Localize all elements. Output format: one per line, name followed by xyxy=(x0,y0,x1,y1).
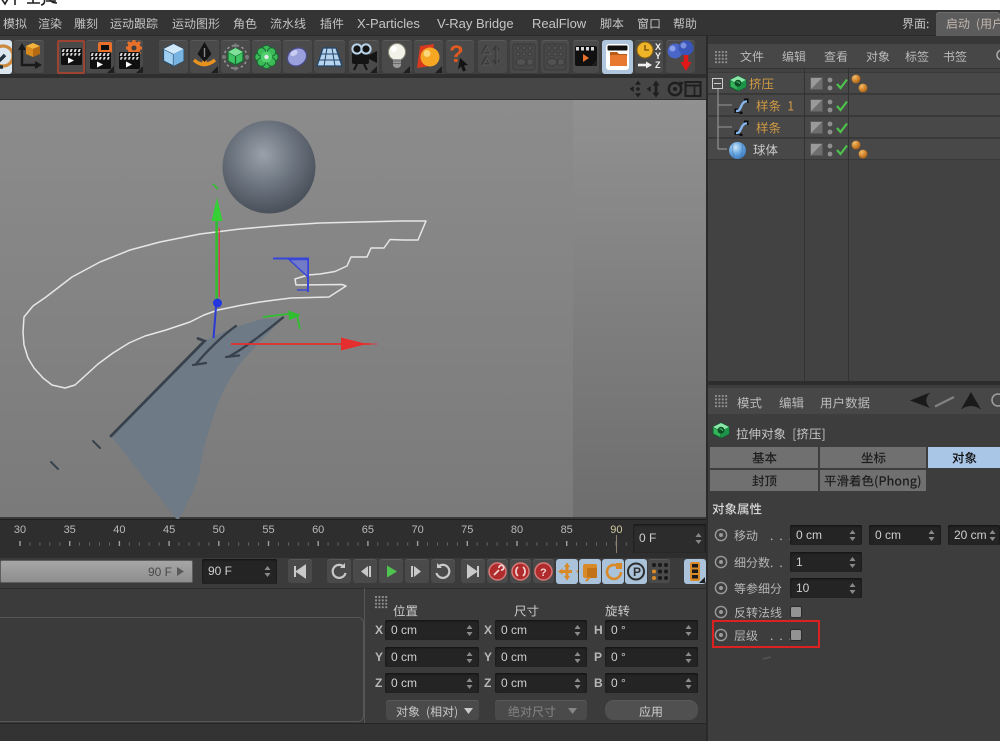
svg-text:?: ? xyxy=(540,567,547,579)
svg-text:Z: Z xyxy=(655,60,661,70)
svg-text:P: P xyxy=(633,565,641,579)
